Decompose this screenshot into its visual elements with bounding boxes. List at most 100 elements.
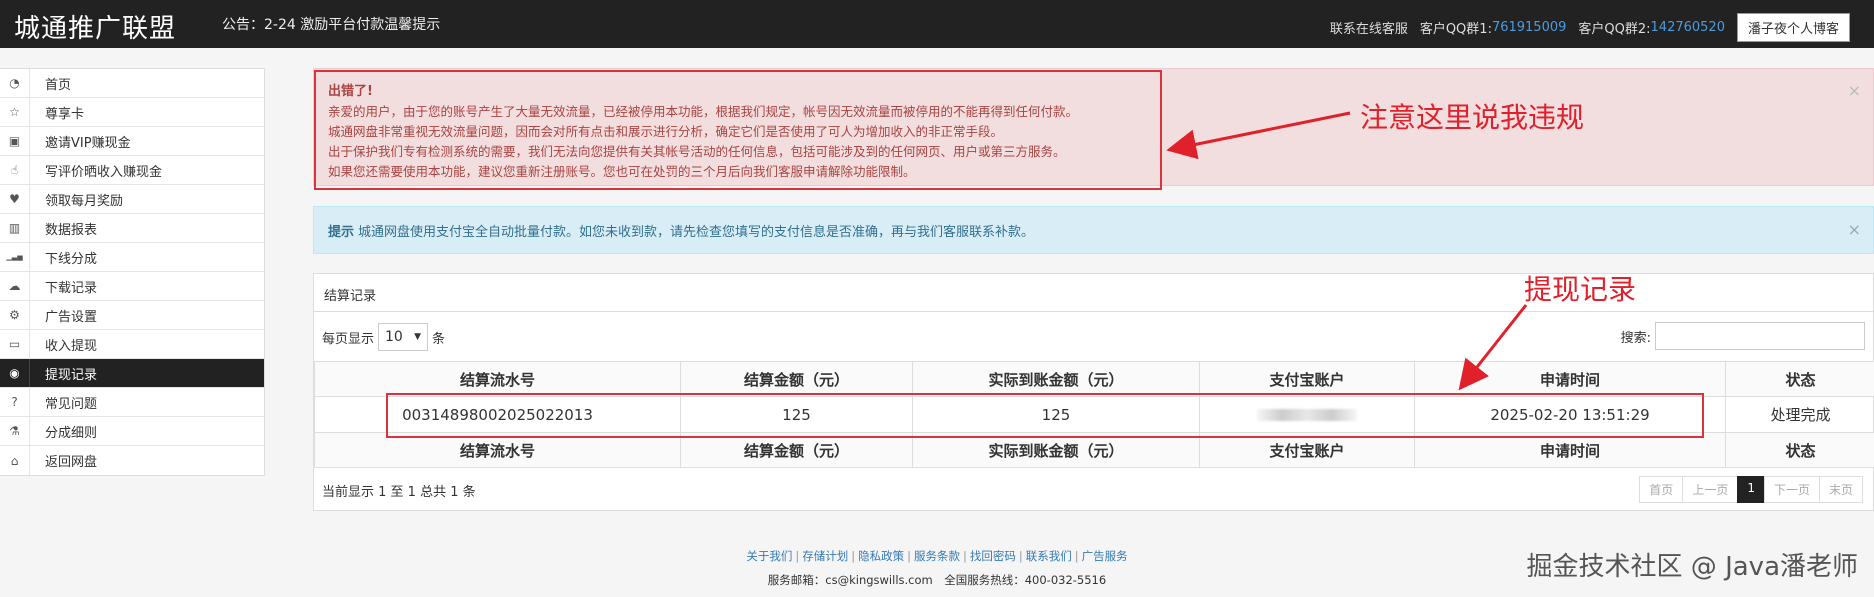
footer-link-separator: |: [795, 549, 800, 563]
qq-group2-label: 客户QQ群2:: [1578, 22, 1651, 37]
online-support-link[interactable]: 联系在线客服: [1330, 18, 1408, 37]
sidebar-item[interactable]: ☝ 写评价晒收入赚现金: [0, 156, 264, 185]
page-1-button[interactable]: 1: [1737, 476, 1765, 503]
record-annotation: 提现记录: [1524, 273, 1637, 306]
column-footer: 状态: [1725, 432, 1874, 468]
footer-link[interactable]: 隐私政策: [858, 549, 904, 563]
info-alert-text: 城通网盘使用支付宝全自动批量付款。如您未收到款，请先检查您填写的支付信息是否准确…: [358, 225, 1035, 240]
page-length-select[interactable]: 10 ▼: [378, 323, 429, 351]
panel-title: 结算记录: [314, 274, 1873, 312]
footer-link[interactable]: 联系我们: [1026, 549, 1072, 563]
footer-link-separator: |: [851, 549, 856, 563]
error-alert: 出错了! 亲爱的用户，由于您的账号产生了大量无效流量，已经被停用本功能，根据我们…: [313, 68, 1874, 190]
sidebar-item-label: 邀请VIP赚现金: [45, 135, 131, 151]
footer-link[interactable]: 服务条款: [914, 549, 960, 563]
money-icon: ◉: [0, 359, 30, 387]
star-icon: ☆: [0, 98, 30, 126]
footer-link[interactable]: 找回密码: [970, 549, 1016, 563]
error-alert-line: 亲爱的用户，由于您的账号产生了大量无效流量，已经被停用本功能，根据我们规定，帐号…: [328, 104, 1079, 119]
sidebar-item[interactable]: ◔ 首页: [0, 69, 264, 98]
footer-link[interactable]: 关于我们: [746, 549, 792, 563]
gift-icon: ▣: [0, 127, 30, 155]
first-page-button[interactable]: 首页: [1639, 476, 1684, 503]
error-alert-title: 出错了!: [328, 84, 373, 99]
sidebar-item-label: 返回网盘: [45, 455, 98, 470]
sidebar-item[interactable]: ? 常见问题: [0, 388, 264, 417]
pagination: 首页 上一页 1 下一页 末页: [1639, 476, 1863, 503]
sidebar-nav: ◔ 首页 ☆ 尊享卡 ▣ 邀请VIP赚现金 ☝ 写评价晒收入赚现金 ♥ 领取每月奖励 ▥ 数据报表 ▁▃…: [0, 68, 265, 476]
dashboard-icon: ◔: [0, 69, 30, 97]
sidebar-item[interactable]: ◉ 提现记录: [0, 359, 264, 388]
column-header[interactable]: 申请时间: [1414, 361, 1726, 397]
sidebar-item[interactable]: ▣ 邀请VIP赚现金: [0, 127, 264, 156]
heart-icon: ♥: [0, 185, 30, 213]
column-header[interactable]: 状态: [1725, 361, 1874, 397]
qq-group1-label: 客户QQ群1:: [1419, 22, 1492, 37]
thumbs-up-icon: ☝: [0, 156, 30, 184]
sidebar-item-label: 数据报表: [45, 222, 98, 238]
settlement-panel: 结算记录 每页显示 10 ▼ 条 搜索: 结算流水号 结算金额（元） 实际到账金…: [313, 273, 1874, 511]
search-input[interactable]: [1655, 322, 1865, 350]
sidebar-item[interactable]: ☆ 尊享卡: [0, 98, 264, 127]
announcement[interactable]: 公告：2-24 激励平台付款温馨提示: [222, 14, 440, 34]
table-search: 搜索:: [1621, 322, 1865, 350]
column-header[interactable]: 结算金额（元）: [680, 361, 913, 397]
prev-page-button[interactable]: 上一页: [1682, 476, 1739, 503]
sidebar-item-label: 广告设置: [45, 309, 98, 325]
status-cell: 处理完成: [1725, 396, 1874, 433]
sidebar-item-label: 下线分成: [45, 251, 98, 267]
sidebar-item-label: 常见问题: [45, 396, 98, 412]
footer-link-separator: |: [1074, 549, 1079, 563]
top-navbar: 城通推广联盟 公告：2-24 激励平台付款温馨提示 联系在线客服 客户QQ群1:…: [0, 0, 1874, 48]
page-length-value: 10: [385, 329, 403, 345]
next-page-button[interactable]: 下一页: [1763, 476, 1820, 503]
flask-icon: ⚗: [0, 417, 30, 445]
sidebar-item[interactable]: ⚙ 广告设置: [0, 301, 264, 330]
sidebar-item[interactable]: ♥ 领取每月奖励: [0, 185, 264, 214]
sidebar-item-label: 领取每月奖励: [45, 193, 124, 209]
sidebar-item-label: 提现记录: [45, 367, 98, 383]
error-alert-line: 出于保护我们专有检测系统的需要，我们无法向您提供有关其帐号活动的任何信息，包括可…: [328, 144, 1066, 159]
user-menu-button[interactable]: 潘子夜个人博客: [1736, 13, 1850, 42]
gear-icon: ⚙: [0, 301, 30, 329]
sidebar-item[interactable]: ⚗ 分成细则: [0, 417, 264, 446]
home-icon: ⌂: [0, 446, 30, 475]
brand-logo[interactable]: 城通推广联盟: [14, 8, 176, 45]
column-header[interactable]: 结算流水号: [314, 361, 681, 397]
error-alert-highlight: 出错了! 亲爱的用户，由于您的账号产生了大量无效流量，已经被停用本功能，根据我们…: [314, 70, 1162, 190]
question-icon: ?: [0, 388, 30, 416]
sidebar-item[interactable]: ⌂ 返回网盘: [0, 446, 264, 475]
cloud-download-icon: ☁: [0, 272, 30, 300]
sidebar-item[interactable]: ▥ 数据报表: [0, 214, 264, 243]
footer-link-separator: |: [907, 549, 911, 563]
last-page-button[interactable]: 末页: [1818, 476, 1863, 503]
sidebar-item-label: 写评价晒收入赚现金: [45, 164, 163, 180]
footer-link[interactable]: 广告服务: [1082, 549, 1128, 563]
column-header[interactable]: 支付宝账户: [1199, 361, 1415, 397]
row-highlight-box: [386, 393, 1704, 438]
sidebar-item-label: 首页: [45, 77, 72, 93]
footer-link[interactable]: 存储计划: [802, 549, 848, 563]
sidebar-item[interactable]: ▁▃▅ 下线分成: [0, 243, 264, 272]
credit-card-icon: ▭: [0, 330, 30, 358]
footer-link-separator: |: [1018, 549, 1023, 563]
top-right-links: 联系在线客服 客户QQ群1: 761915009 客户QQ群2: 1427605…: [1330, 13, 1850, 42]
page-length-prefix: 每页显示: [322, 331, 375, 347]
close-icon[interactable]: ×: [1848, 220, 1861, 239]
sidebar-item[interactable]: ▭ 收入提现: [0, 330, 264, 359]
bar-chart-icon: ▥: [0, 214, 30, 242]
error-alert-line: 城通网盘非常重视无效流量问题，因而会对所有点击和展示进行分析，确定它们是否使用了…: [328, 124, 1004, 139]
qq-group1-link[interactable]: 761915009: [1492, 20, 1566, 35]
table-header-row: 结算流水号 结算金额（元） 实际到账金额（元） 支付宝账户 申请时间 状态: [314, 361, 1874, 397]
close-icon[interactable]: ×: [1848, 81, 1861, 100]
signal-icon: ▁▃▅: [0, 243, 30, 271]
table-info: 当前显示 1 至 1 总共 1 条: [322, 485, 476, 500]
watermark: 掘金技术社区 @ Java潘老师: [1526, 552, 1858, 582]
error-alert-line: 如果您还需要使用本功能，建议您重新注册账号。您也可在处罚的三个月后向我们客服申请…: [328, 164, 916, 179]
qq-group2-link[interactable]: 142760520: [1651, 20, 1725, 35]
sidebar-item-label: 下载记录: [45, 280, 98, 296]
sidebar-item[interactable]: ☁ 下载记录: [0, 272, 264, 301]
footer-link-separator: |: [963, 549, 967, 563]
chevron-down-icon: ▼: [414, 332, 422, 342]
column-header[interactable]: 实际到账金额（元）: [912, 361, 1200, 397]
